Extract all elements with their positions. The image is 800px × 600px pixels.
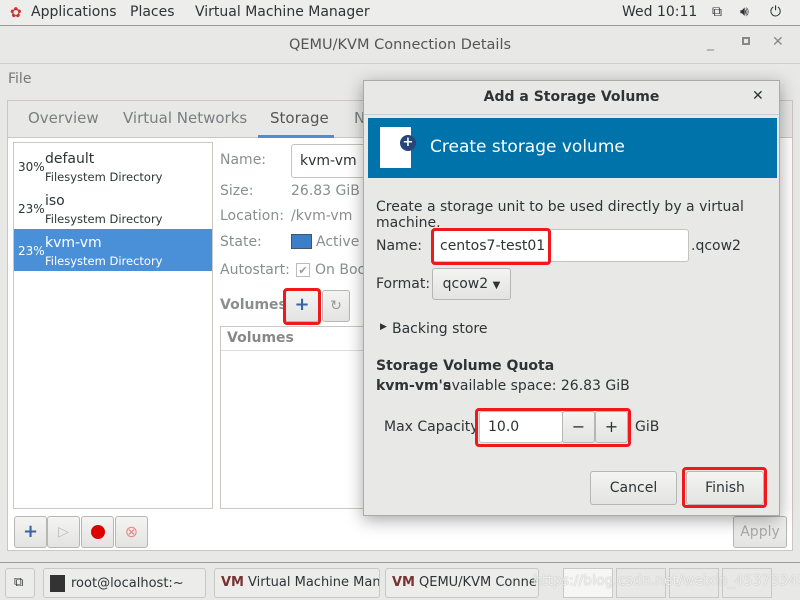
taskbar-label: root@localhost:~ (71, 576, 184, 591)
banner-title: Create storage volume (430, 137, 625, 157)
location-value: /kvm-vm (291, 208, 353, 224)
active-state-icon (291, 234, 312, 249)
places-menu[interactable]: Places (130, 4, 175, 20)
desktop-icon: ⧉ (14, 575, 24, 590)
dialog-description: Create a storage unit to be used directl… (376, 199, 744, 231)
pool-item-default[interactable]: 30% default Filesystem Directory (14, 145, 212, 187)
taskbar-item-vmm[interactable]: VM Virtual Machine Man... (214, 568, 380, 598)
top-panel: ✿ Applications Places Virtual Machine Ma… (0, 0, 800, 26)
name-label: Name: (220, 152, 267, 168)
delete-pool-button[interactable]: ⊗ (115, 516, 148, 548)
volume-name-label: Name: (376, 238, 423, 254)
pool-usage: 23% (18, 244, 45, 258)
network-icon[interactable]: ⧉ (712, 4, 722, 20)
file-menu[interactable]: File (8, 71, 31, 87)
play-icon: ▷ (58, 524, 69, 540)
autostart-checkbox[interactable]: ✔ (296, 263, 310, 277)
location-label: Location: (220, 208, 284, 224)
quota-title: Storage Volume Quota (376, 358, 555, 374)
pool-usage: 23% (18, 202, 45, 216)
dialog-title: Add a Storage Volume (364, 81, 779, 115)
taskbar-label: Virtual Machine Man... (248, 575, 380, 590)
add-pool-button[interactable]: + (14, 516, 47, 548)
highlight-box (475, 408, 631, 447)
highlight-box (283, 288, 321, 325)
pool-item-kvm-vm[interactable]: 23% kvm-vm Filesystem Directory (14, 229, 212, 271)
new-volume-icon: + (380, 127, 416, 168)
quota-pool-name: kvm-vm's (376, 378, 452, 394)
window-titlebar: QEMU/KVM Connection Details _ ✕ (0, 27, 800, 64)
pool-item-iso[interactable]: 23% iso Filesystem Directory (14, 187, 212, 229)
volumes-table[interactable]: Volumes (220, 326, 370, 509)
pool-type: Filesystem Directory (45, 170, 163, 184)
delete-icon: ⊗ (124, 522, 139, 541)
chevron-down-icon: ▼ (492, 280, 501, 291)
highlight-box (431, 228, 551, 265)
add-storage-volume-dialog: Add a Storage Volume ✕ + Create storage … (363, 80, 780, 516)
volume-icon[interactable]: 🔊︎ (740, 4, 749, 20)
pool-type: Filesystem Directory (45, 254, 163, 268)
size-value: 26.83 GiB F (291, 183, 373, 199)
pool-name: default (45, 151, 95, 167)
cancel-button[interactable]: Cancel (590, 471, 677, 505)
stop-icon (91, 525, 105, 539)
window-title: QEMU/KVM Connection Details (288, 37, 512, 53)
minimize-button[interactable]: _ (707, 35, 714, 51)
pool-type: Filesystem Directory (45, 212, 163, 226)
taskbar-item-terminal[interactable]: root@localhost:~ (43, 568, 206, 598)
autostart-label: Autostart: (220, 262, 290, 278)
tab-virtual-networks[interactable]: Virtual Networks (123, 109, 247, 127)
applications-icon: ✿ (10, 5, 22, 21)
tab-overview[interactable]: Overview (28, 109, 99, 127)
app-menu[interactable]: Virtual Machine Manager (195, 4, 370, 20)
pool-usage: 30% (18, 160, 45, 174)
plus-icon: + (22, 521, 39, 542)
stop-pool-button[interactable] (81, 516, 114, 548)
dialog-banner: + Create storage volume (368, 118, 777, 178)
autostart-value: On Boo (315, 262, 367, 278)
taskbar-item-connection-details[interactable]: VM QEMU/KVM Conne... (385, 568, 539, 598)
active-tab-indicator (258, 135, 334, 138)
vmm-icon: VM (392, 575, 415, 590)
backing-store-expander[interactable]: Backing store (392, 321, 488, 337)
state-label: State: (220, 234, 262, 250)
taskbar: ⧉ root@localhost:~ VM Virtual Machine Man… (0, 562, 800, 600)
maximize-button[interactable] (742, 37, 750, 45)
vmm-icon: VM (221, 575, 244, 590)
dialog-close-button[interactable]: ✕ (752, 88, 764, 104)
highlight-box (682, 467, 767, 508)
format-dropdown[interactable]: qcow2 ▼ (432, 268, 511, 300)
terminal-icon (50, 575, 65, 592)
volumes-label: Volumes (220, 297, 287, 313)
state-value: Active (316, 234, 360, 250)
watermark: https://blog.csdn.net/weixin_45373345 (533, 573, 800, 589)
power-icon[interactable]: ⏻ (770, 4, 781, 20)
available-space: available space: 26.83 GiB (443, 378, 630, 394)
start-pool-button[interactable]: ▷ (47, 516, 80, 548)
tab-storage[interactable]: Storage (270, 109, 329, 127)
volumes-column-header[interactable]: Volumes (221, 327, 369, 351)
show-desktop-button[interactable]: ⧉ (5, 568, 35, 598)
format-value: qcow2 (442, 276, 489, 292)
apply-button[interactable]: Apply (733, 516, 787, 548)
format-label: Format: (376, 276, 431, 292)
size-label: Size: (220, 183, 254, 199)
taskbar-label: QEMU/KVM Conne... (419, 575, 539, 590)
close-button[interactable]: ✕ (772, 34, 784, 50)
name-suffix: .qcow2 (691, 238, 741, 254)
pool-name: kvm-vm (45, 235, 102, 251)
capacity-unit: GiB (635, 419, 660, 435)
applications-menu[interactable]: Applications (31, 4, 117, 20)
refresh-icon: ↻ (330, 298, 342, 314)
expander-arrow-icon[interactable]: ▶ (380, 322, 387, 332)
storage-pool-list[interactable]: 30% default Filesystem Directory 23% iso Fil… (13, 142, 213, 509)
pool-name: iso (45, 193, 65, 209)
clock[interactable]: Wed 10:11 (622, 4, 697, 20)
capacity-label: Max Capacity: (384, 419, 483, 435)
refresh-volumes-button[interactable]: ↻ (322, 290, 350, 322)
